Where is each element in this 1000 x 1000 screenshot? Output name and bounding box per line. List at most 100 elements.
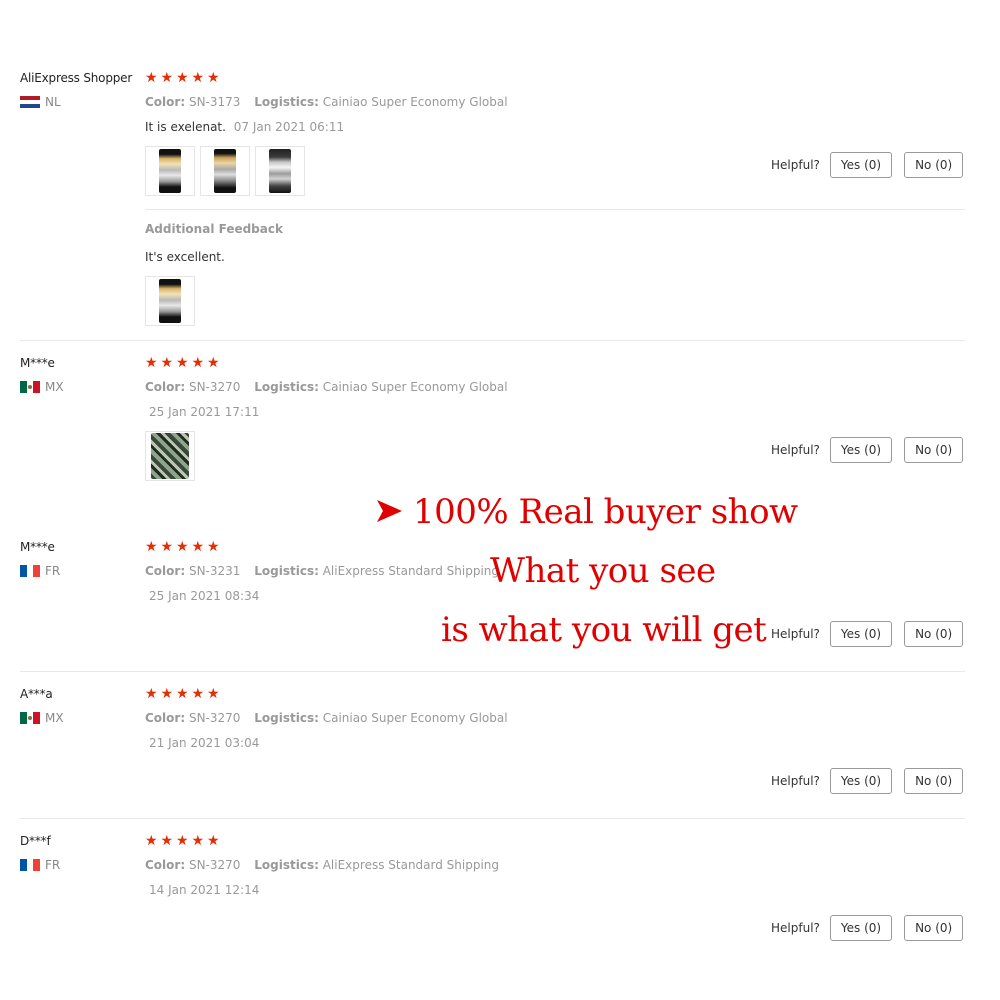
review-body: 25 Jan 2021 08:34 [145, 589, 259, 603]
country-code: FR [45, 858, 61, 872]
color-label: Color: [145, 380, 186, 394]
star-icon: ★ [176, 355, 189, 371]
helpful-no-button[interactable]: No (0) [904, 915, 964, 941]
star-icon: ★ [207, 539, 220, 555]
helpful-yes-button[interactable]: Yes (0) [829, 915, 893, 941]
reviewer-country: MX [20, 711, 64, 725]
helpful-no-button[interactable]: No (0) [904, 621, 964, 647]
reviewer-name: A***a [20, 687, 53, 701]
review-photos [145, 146, 310, 196]
color-value: SN-3270 [188, 711, 241, 725]
color-label: Color: [145, 711, 186, 725]
star-icon: ★ [191, 355, 205, 371]
country-code: NL [45, 95, 61, 109]
promo-line-1: 100% Real buyer show [375, 492, 798, 532]
star-icon: ★ [176, 686, 189, 702]
reviewer-name: AliExpress Shopper [20, 71, 133, 85]
helpful-label: Helpful? [771, 627, 820, 641]
review-divider [20, 671, 965, 672]
helpful-yes-button[interactable]: Yes (0) [829, 437, 893, 463]
review-date: 07 Jan 2021 06:11 [233, 120, 345, 134]
color-value: SN-3173 [188, 95, 241, 109]
promo-line-3: is what you will get [441, 610, 767, 650]
reviewer-country: FR [20, 564, 60, 578]
star-icon: ★ [207, 686, 220, 702]
star-icon: ★ [145, 355, 158, 371]
reviewer-name: M***e [20, 540, 55, 554]
review-divider [20, 340, 965, 341]
helpful-yes-button[interactable]: Yes (0) [829, 152, 893, 178]
additional-feedback-title: Additional Feedback [145, 222, 283, 236]
logistics-value: AliExpress Standard Shipping [322, 564, 500, 578]
star-icon: ★ [160, 833, 174, 849]
phone-photo [269, 149, 291, 193]
reviewer-country: NL [20, 95, 61, 109]
star-icon: ★ [176, 833, 189, 849]
star-icon: ★ [207, 833, 220, 849]
review-date: 25 Jan 2021 08:34 [149, 589, 260, 603]
helpful-no-button[interactable]: No (0) [904, 437, 964, 463]
color-label: Color: [145, 858, 186, 872]
phone-photo [159, 279, 181, 323]
review-body: 21 Jan 2021 03:04 [145, 736, 259, 750]
star-icon: ★ [160, 355, 174, 371]
helpful-label: Helpful? [771, 774, 820, 788]
review-photo[interactable] [255, 146, 305, 196]
review-date: 14 Jan 2021 12:14 [149, 883, 260, 897]
helpful-no-button[interactable]: No (0) [904, 768, 964, 794]
logistics-value: Cainiao Super Economy Global [322, 711, 508, 725]
star-icon: ★ [191, 686, 205, 702]
logistics-label: Logistics: [254, 711, 319, 725]
review-photo[interactable] [200, 146, 250, 196]
helpful-vote: Helpful? Yes (0) No (0) [771, 152, 964, 178]
promo-text-1: 100% Real buyer show [413, 492, 798, 532]
star-icon: ★ [145, 686, 158, 702]
color-value: SN-3270 [188, 380, 241, 394]
helpful-vote: Helpful? Yes (0) No (0) [771, 915, 964, 941]
country-code: FR [45, 564, 61, 578]
review-body: 25 Jan 2021 17:11 [145, 405, 259, 419]
color-label: Color: [145, 564, 186, 578]
logistics-value: AliExpress Standard Shipping [322, 858, 500, 872]
product-photo [151, 433, 189, 479]
country-code: MX [45, 380, 64, 394]
review-attributes: Color: SN-3231 Logistics: AliExpress Sta… [145, 564, 509, 578]
logistics-label: Logistics: [254, 858, 319, 872]
review-photo[interactable] [145, 276, 195, 326]
helpful-vote: Helpful? Yes (0) No (0) [771, 437, 964, 463]
review-date: 21 Jan 2021 03:04 [149, 736, 260, 750]
color-value: SN-3270 [188, 858, 241, 872]
flag-mx-icon [20, 381, 41, 393]
flag-nl-icon [20, 96, 40, 108]
helpful-vote: Helpful? Yes (0) No (0) [771, 621, 964, 647]
reviewer-name: M***e [20, 356, 55, 370]
helpful-yes-button[interactable]: Yes (0) [829, 621, 893, 647]
star-icon: ★ [145, 70, 158, 86]
review-divider [20, 818, 965, 819]
star-icon: ★ [191, 833, 205, 849]
country-code: MX [45, 711, 64, 725]
logistics-value: Cainiao Super Economy Global [322, 95, 508, 109]
logistics-value: Cainiao Super Economy Global [322, 380, 508, 394]
helpful-yes-button[interactable]: Yes (0) [829, 768, 893, 794]
review-photo[interactable] [145, 146, 195, 196]
star-icon: ★ [160, 539, 174, 555]
star-icon: ★ [145, 539, 158, 555]
review-photo[interactable] [145, 431, 195, 481]
star-rating: ★ ★ ★ ★ ★ [145, 834, 223, 848]
star-icon: ★ [176, 70, 189, 86]
star-icon: ★ [160, 70, 174, 86]
review-attributes: Color: SN-3270 Logistics: AliExpress Sta… [145, 858, 509, 872]
color-label: Color: [145, 95, 186, 109]
star-icon: ★ [207, 355, 220, 371]
star-rating: ★ ★ ★ ★ ★ [145, 71, 223, 85]
logistics-label: Logistics: [254, 380, 319, 394]
phone-photo [214, 149, 236, 193]
arrowhead-icon [377, 500, 402, 522]
additional-photos [145, 276, 200, 326]
reviewer-country: MX [20, 380, 64, 394]
star-icon: ★ [191, 70, 205, 86]
helpful-no-button[interactable]: No (0) [904, 152, 964, 178]
star-icon: ★ [207, 70, 220, 86]
reviewer-name: D***f [20, 834, 51, 848]
